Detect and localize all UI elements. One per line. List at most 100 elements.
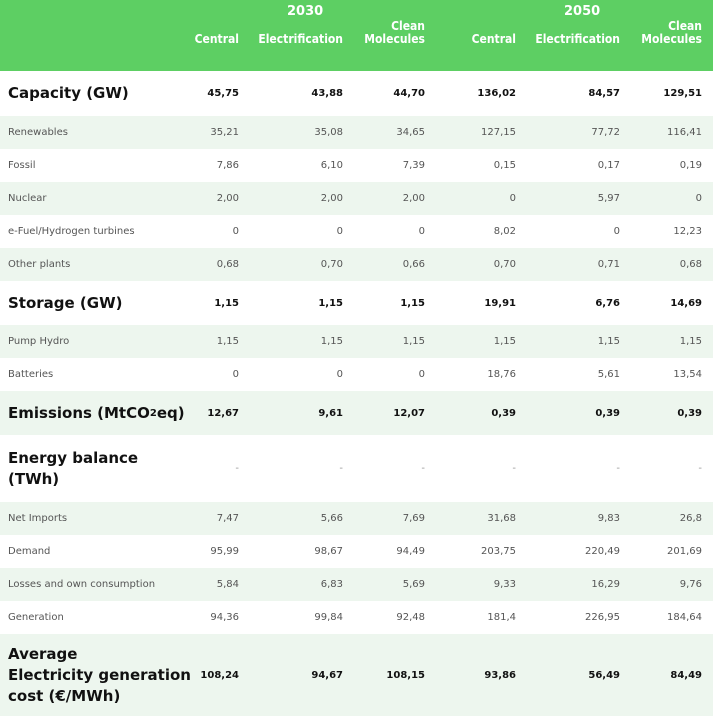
cell: 0,68	[216, 259, 239, 270]
cell: 5,97	[597, 193, 620, 204]
cell: 5,66	[320, 513, 343, 524]
col-header-electrification-2030: Electrification	[258, 32, 343, 46]
row-label: Fossil	[8, 160, 36, 171]
cell: 92,48	[396, 612, 425, 623]
cell: 2,00	[402, 193, 425, 204]
cell: 1,15	[402, 336, 425, 347]
cell: 98,67	[314, 546, 343, 557]
cell: 45,75	[207, 88, 239, 99]
cell: 12,07	[393, 407, 425, 419]
cell: 26,8	[679, 513, 702, 524]
cell: -	[421, 463, 425, 474]
table-row-pump-hydro: Pump Hydro 1,15 1,15 1,15 1,15 1,15 1,15	[0, 325, 713, 358]
row-label-text: Emissions (MtCO	[8, 403, 150, 422]
col-header-clean-molecules-2030: Clean Molecules	[364, 20, 425, 46]
cell: 94,67	[311, 669, 343, 681]
cell: 0,15	[493, 160, 516, 171]
row-label: Batteries	[8, 369, 54, 380]
cell: 94,36	[210, 612, 239, 623]
cell: 5,84	[216, 579, 239, 590]
cell: 9,33	[493, 579, 516, 590]
table-row-emissions: Emissions (MtCO 2 eq) 12,67 9,61 12,07 0,3…	[0, 391, 713, 435]
cell: 129,51	[663, 88, 702, 99]
cell: 12,23	[673, 226, 702, 237]
cell: 77,72	[591, 127, 620, 138]
cell: 0,71	[597, 259, 620, 270]
cell: 9,61	[318, 407, 343, 419]
table-row-net-imports: Net Imports 7,47 5,66 7,69 31,68 9,83 26…	[0, 502, 713, 535]
cell: 0	[418, 226, 425, 237]
cell: 184,64	[667, 612, 702, 623]
cell: 7,69	[402, 513, 425, 524]
cell: 0,39	[677, 407, 702, 419]
cell: 220,49	[585, 546, 620, 557]
cell: 95,99	[210, 546, 239, 557]
cell: 7,86	[216, 160, 239, 171]
year-2050-header: 2050	[564, 4, 601, 19]
cell: 1,15	[597, 336, 620, 347]
cell: 35,21	[210, 127, 239, 138]
cell: 84,49	[670, 669, 702, 681]
cell: 8,02	[493, 226, 516, 237]
row-label-line: cost (€/MWh)	[8, 686, 121, 705]
cell: 1,15	[679, 336, 702, 347]
cell: 0	[509, 193, 516, 204]
cell: 0	[232, 369, 239, 380]
cell: -	[698, 463, 702, 474]
row-label: Emissions (MtCO 2 eq)	[8, 391, 185, 435]
row-label: Capacity (GW)	[8, 84, 129, 102]
cell: 2,00	[320, 193, 343, 204]
cell: 6,10	[320, 160, 343, 171]
table-row-losses: Losses and own consumption 5,84 6,83 5,6…	[0, 568, 713, 601]
col-header-electrification-2050: Electrification	[535, 32, 620, 46]
cell: 84,57	[588, 88, 620, 99]
table-row-other-plants: Other plants 0,68 0,70 0,66 0,70 0,71 0,…	[0, 248, 713, 281]
row-label-text: eq)	[156, 403, 185, 422]
cell: 19,91	[484, 297, 516, 309]
table-row-generation: Generation 94,36 99,84 92,48 181,4 226,9…	[0, 601, 713, 634]
cell: 0	[232, 226, 239, 237]
row-label: Demand	[8, 546, 51, 557]
table-row-renewables: Renewables 35,21 35,08 34,65 127,15 77,7…	[0, 116, 713, 149]
cell: 0,19	[679, 160, 702, 171]
cell: 1,15	[216, 336, 239, 347]
cell: 5,61	[597, 369, 620, 380]
row-label: Generation	[8, 612, 64, 623]
cell: 93,86	[484, 669, 516, 681]
cell: 94,49	[396, 546, 425, 557]
col-header-central-2030: Central	[194, 32, 239, 46]
row-label: Storage (GW)	[8, 293, 123, 312]
cell: 7,39	[402, 160, 425, 171]
cell: 9,83	[597, 513, 620, 524]
cell: 13,54	[673, 369, 702, 380]
cell: 6,83	[320, 579, 343, 590]
cell: 5,69	[402, 579, 425, 590]
table-row-batteries: Batteries 0 0 0 18,76 5,61 13,54	[0, 358, 713, 391]
subscript: 2	[149, 407, 157, 419]
cell: 0,70	[320, 259, 343, 270]
cell: 99,84	[314, 612, 343, 623]
cell: 0,17	[597, 160, 620, 171]
electricity-scenarios-table: 2030 2050 Central Electrification Clean …	[0, 0, 713, 716]
cell: 0,70	[493, 259, 516, 270]
cell: -	[512, 463, 516, 474]
row-label: Average Electricity generation cost (€/M…	[8, 634, 191, 716]
cell: 127,15	[481, 127, 516, 138]
cell: 0,39	[491, 407, 516, 419]
cell: 0	[418, 369, 425, 380]
cell: 14,69	[670, 297, 702, 309]
col-header-line: Molecules	[641, 32, 702, 46]
row-label: Losses and own consumption	[8, 579, 156, 590]
cell: 1,15	[318, 297, 343, 309]
table-row-demand: Demand 95,99 98,67 94,49 203,75 220,49 2…	[0, 535, 713, 568]
cell: 136,02	[477, 88, 516, 99]
cell: -	[339, 463, 343, 474]
cell: 1,15	[320, 336, 343, 347]
table-header: 2030 2050 Central Electrification Clean …	[0, 0, 713, 71]
row-label: e-Fuel/Hydrogen turbines	[8, 226, 135, 237]
cell: 0,68	[679, 259, 702, 270]
table-row-nuclear: Nuclear 2,00 2,00 2,00 0 5,97 0	[0, 182, 713, 215]
cell: 108,15	[386, 669, 425, 681]
cell: 1,15	[493, 336, 516, 347]
row-label: Nuclear	[8, 193, 47, 204]
